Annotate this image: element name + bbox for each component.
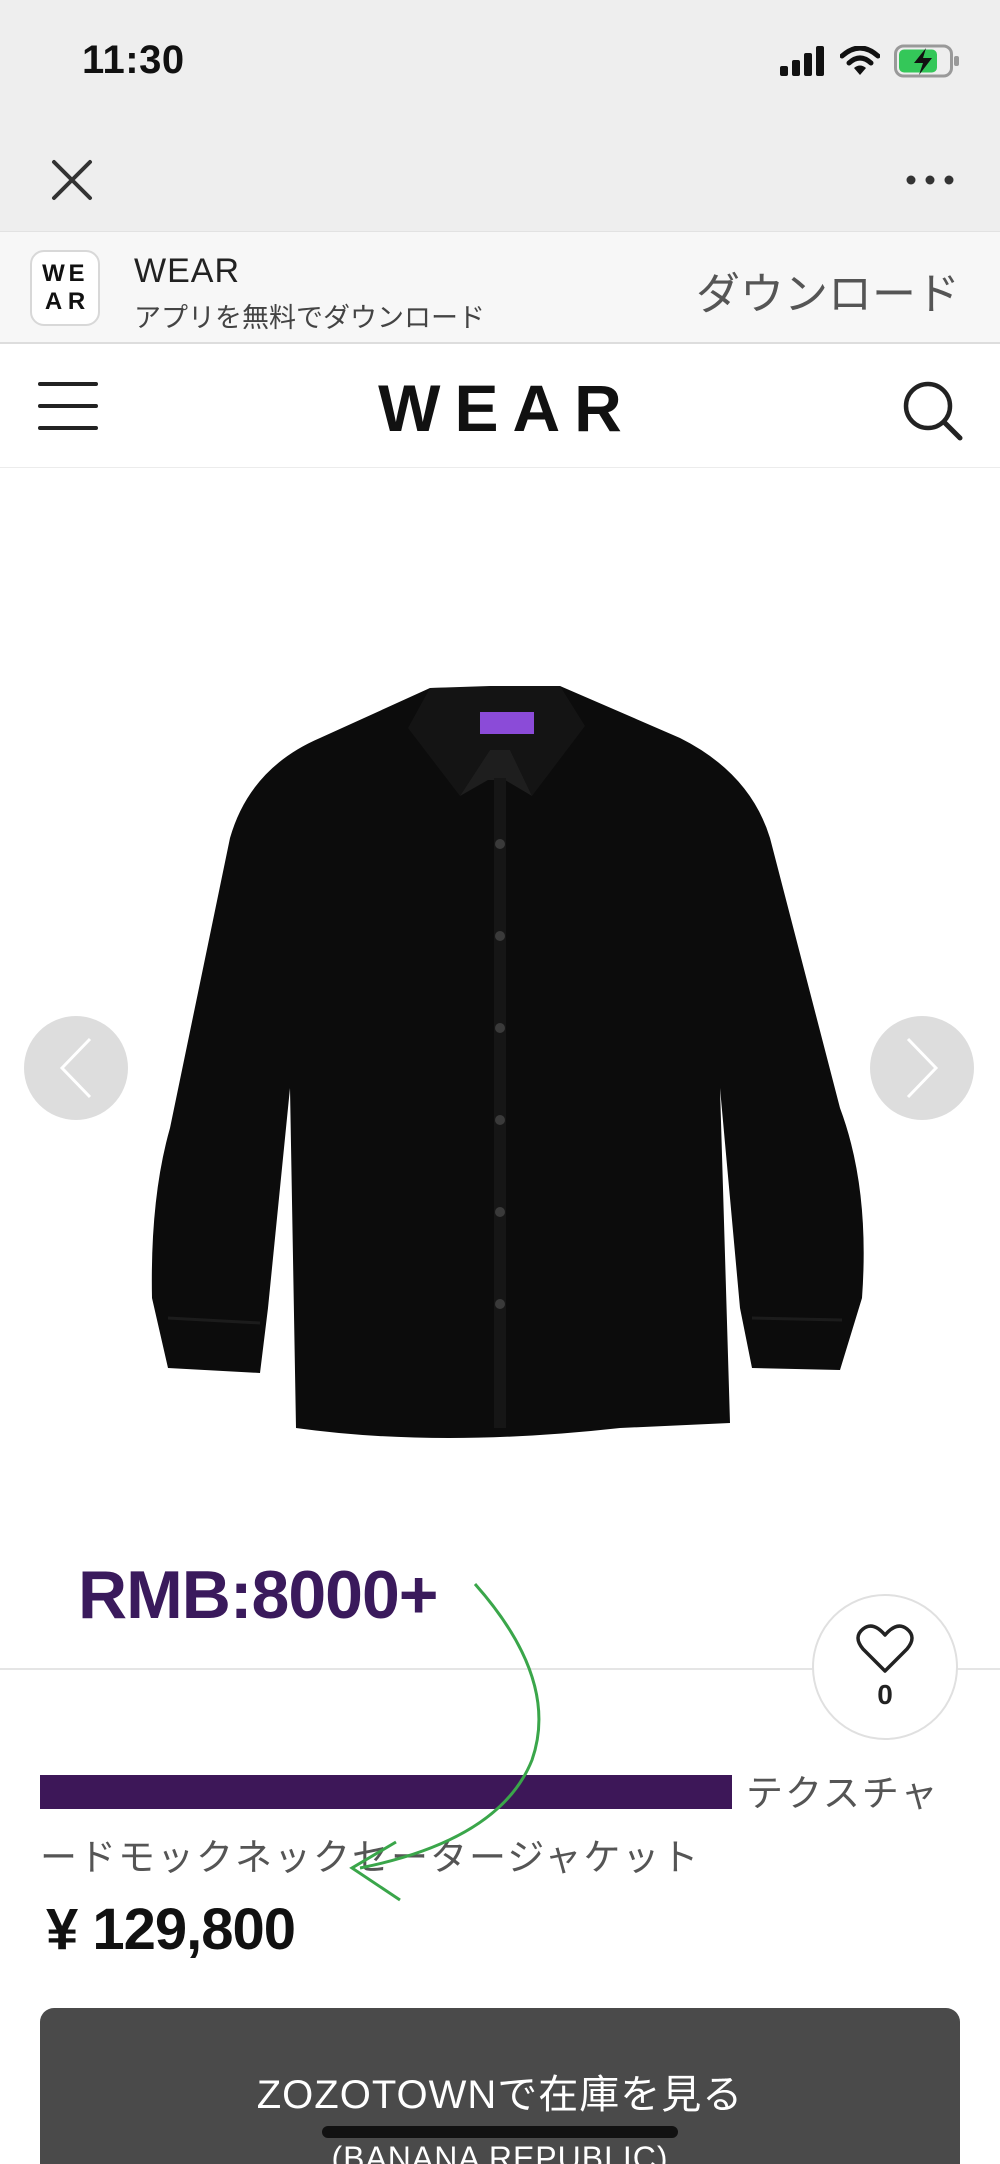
signal-icon [780, 46, 824, 76]
previous-image-button[interactable] [24, 1016, 128, 1120]
heart-icon [856, 1624, 914, 1673]
chevron-left-icon [59, 1037, 92, 1099]
search-icon [903, 381, 963, 441]
site-header: WEAR [0, 344, 1000, 468]
status-icons [780, 44, 960, 78]
product-image [151, 686, 864, 1438]
redaction-bar [40, 1775, 732, 1810]
app-subtitle: アプリを無料でダウンロード [134, 303, 485, 333]
more-icon [906, 175, 954, 185]
close-icon [52, 160, 92, 200]
browser-toolbar [0, 130, 1000, 232]
download-button[interactable]: ダウンロード [696, 258, 960, 322]
status-time: 11:30 [82, 38, 185, 82]
status-bar: 11:30 [0, 0, 1000, 130]
app-logo: W E A R [30, 250, 100, 326]
cta-label: ZOZOTOWNで在庫を見る [256, 2073, 744, 2117]
search-button[interactable] [900, 378, 966, 444]
overlay-price-annotation: RMB:8000+ [78, 1557, 438, 1633]
view-stock-button[interactable]: ZOZOTOWNで在庫を見る (BANANA REPUBLIC) [40, 2008, 960, 2164]
battery-charging-icon [894, 44, 959, 78]
app-logo-letter: E [68, 260, 85, 287]
wifi-icon [840, 46, 880, 75]
like-count: 0 [877, 1679, 893, 1710]
product-title: テクスチャードモックネックセータージャケット [40, 1762, 970, 1890]
product-image-gallery[interactable] [0, 468, 1000, 1528]
more-button[interactable] [900, 158, 960, 202]
app-download-banner: W E A R WEAR アプリを無料でダウンロード ダウンロード [0, 232, 1000, 344]
product-price: ¥ 129,800 [46, 1897, 296, 1962]
next-image-button[interactable] [870, 1016, 974, 1120]
cta-brand: (BANANA REPUBLIC) [331, 2140, 669, 2164]
app-logo-letter: R [67, 288, 86, 315]
home-indicator[interactable] [322, 2126, 678, 2138]
app-logo-letter: A [44, 288, 63, 315]
app-logo-letter: W [42, 260, 65, 287]
like-button[interactable]: 0 [812, 1594, 958, 1740]
close-button[interactable] [44, 152, 100, 208]
chevron-right-icon [906, 1037, 939, 1099]
app-name: WEAR [134, 252, 240, 290]
site-logo[interactable]: WEAR [0, 370, 1000, 446]
